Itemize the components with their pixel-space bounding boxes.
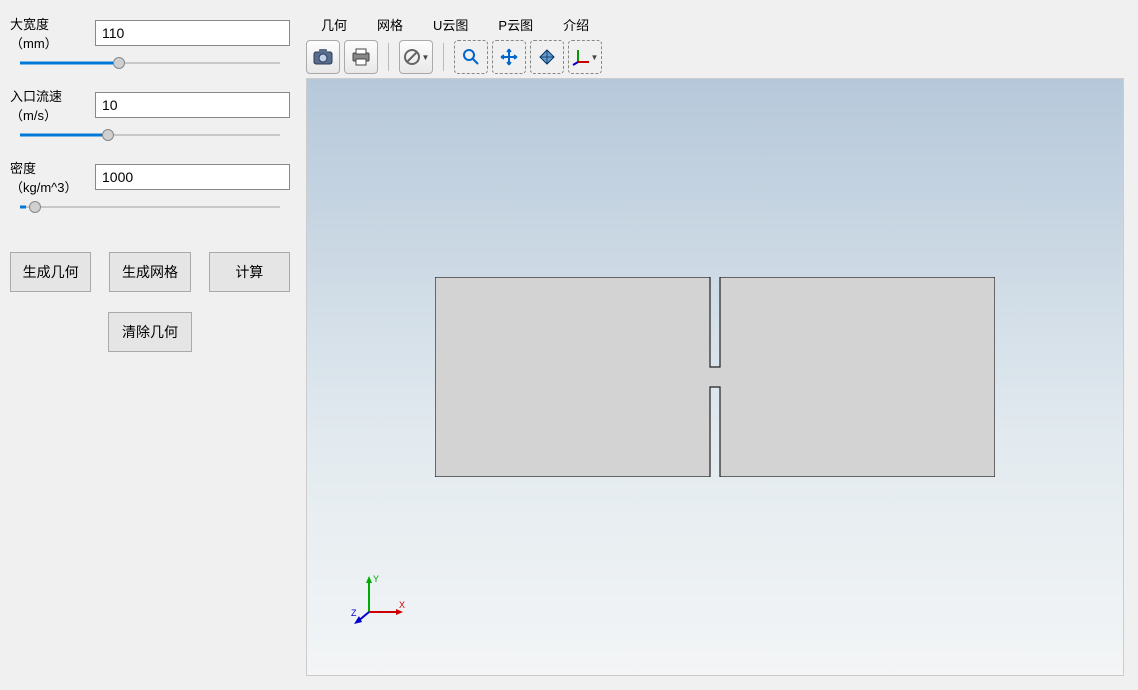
zoom-icon [461,47,481,67]
velocity-slider[interactable] [10,126,290,144]
tab-u-contour[interactable]: U云图 [418,10,483,36]
compute-button[interactable]: 计算 [209,252,290,292]
disable-button[interactable]: ▼ [399,40,433,74]
print-button[interactable] [344,40,378,74]
parameter-panel: 大宽度（mm） 入口流速（m/s） 密度（kg/m^3） [0,0,300,690]
chevron-down-icon: ▼ [422,53,430,62]
zoom-box-button[interactable] [454,40,488,74]
svg-text:Z: Z [351,608,357,618]
svg-text:X: X [399,600,405,610]
tab-mesh[interactable]: 网格 [362,10,418,36]
generate-mesh-button[interactable]: 生成网格 [109,252,190,292]
width-slider[interactable] [10,54,290,72]
axes-view-button[interactable]: ▼ [568,40,602,74]
rotate-view-button[interactable] [530,40,564,74]
density-slider[interactable] [10,198,290,216]
clear-geometry-button[interactable]: 清除几何 [108,312,192,352]
tab-geometry[interactable]: 几何 [306,10,362,36]
viewer-panel: 几何 网格 U云图 P云图 介绍 ▼ [300,0,1138,690]
chevron-down-icon: ▼ [591,53,599,62]
rotate-icon [537,47,557,67]
width-input[interactable] [95,20,290,46]
toolbar-separator [443,43,444,71]
action-buttons: 生成几何 生成网格 计算 [10,252,290,292]
param-velocity: 入口流速（m/s） [10,86,290,144]
axes-icon [572,48,590,66]
forbid-icon [403,48,421,66]
screenshot-button[interactable] [306,40,340,74]
param-width: 大宽度（mm） [10,14,290,72]
density-input[interactable] [95,164,290,190]
camera-icon [313,49,333,65]
geometry-viewport[interactable]: Y X Z [306,78,1124,676]
tab-intro[interactable]: 介绍 [548,10,604,36]
viewer-toolbar: ▼ ▼ [306,36,1124,78]
param-label: 大宽度（mm） [10,14,85,52]
orientation-triad: Y X Z [351,572,407,631]
param-label: 密度（kg/m^3） [10,158,85,196]
param-density: 密度（kg/m^3） [10,158,290,216]
tab-bar: 几何 网格 U云图 P云图 介绍 [306,10,1124,36]
move-icon [499,47,519,67]
velocity-input[interactable] [95,92,290,118]
param-label: 入口流速（m/s） [10,86,85,124]
print-icon [351,48,371,66]
geometry-shape [435,277,995,477]
fit-view-button[interactable] [492,40,526,74]
tab-p-contour[interactable]: P云图 [483,10,548,36]
toolbar-separator [388,43,389,71]
generate-geometry-button[interactable]: 生成几何 [10,252,91,292]
svg-text:Y: Y [373,574,379,584]
